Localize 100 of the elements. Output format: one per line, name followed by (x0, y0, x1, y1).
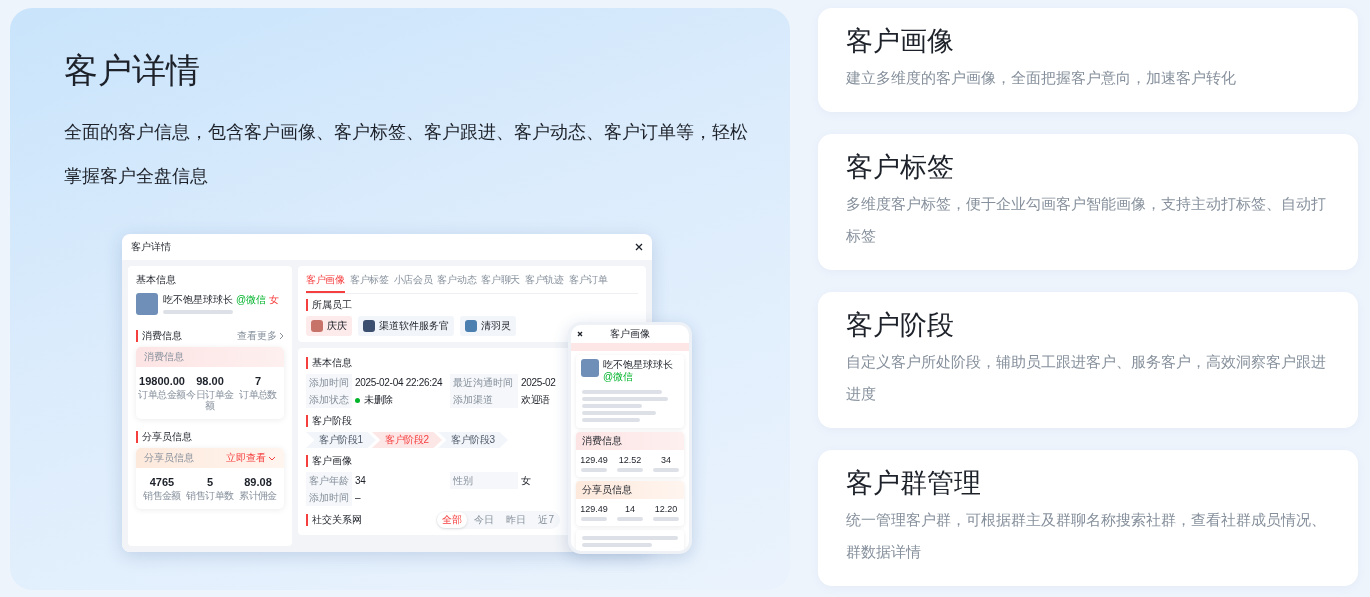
section-description: 全面的客户信息，包含客户画像、客户标签、客户跟进、客户动态、客户订单等，轻松掌握客户全盘信息 (64, 121, 749, 188)
tab[interactable]: 客户订单 (568, 270, 608, 293)
feature-description: 统一管理客户群，可根据群主及群聊名称搜索社群，查看社群成员情况、群数据详情 (846, 510, 1327, 562)
view-action-link[interactable]: 立即查看 (226, 452, 276, 464)
tab[interactable]: 客户画像 (306, 270, 345, 293)
placeholder-line (617, 517, 643, 521)
field-label: 性别 (450, 472, 518, 489)
avatar-image (465, 320, 477, 332)
card-title: 消费信息 (582, 435, 622, 446)
metric-value: 12.20 (653, 504, 679, 515)
tab[interactable]: 客户标签 (349, 270, 389, 293)
placeholder-line (653, 468, 679, 472)
tab[interactable]: 客户轨迹 (525, 270, 564, 293)
placeholder-line (653, 517, 679, 521)
placeholder-line (582, 418, 640, 422)
feature-description: 建立多维度的客户画像，全面把握客户意向，加速客户转化 (846, 68, 1237, 88)
section-heading: 基本信息 (136, 273, 177, 287)
avatar-image (581, 359, 599, 377)
card-title: 消费信息 (144, 351, 184, 363)
section-heading: 基本信息 (306, 357, 560, 369)
window-title: 客户详情 (131, 240, 171, 254)
metric-value: 129.49 (579, 455, 609, 466)
metric-value: 12.52 (617, 455, 643, 466)
feature-title: 客户阶段 (846, 309, 955, 342)
filter-option[interactable]: 今日 (469, 512, 500, 528)
avatar-image (363, 320, 375, 332)
view-more-link[interactable]: 查看更多 (237, 329, 284, 343)
metric-label: 今日订单金额 (186, 389, 234, 411)
placeholder-line (163, 310, 233, 314)
section-heading: 社交关系网 (306, 514, 362, 526)
section-heading: 所属员工 (306, 299, 638, 311)
feature-title: 客户画像 (846, 25, 955, 58)
metric-label: 订单总金额 (138, 389, 186, 400)
chevron-down-icon[interactable] (268, 455, 276, 461)
section-heading: 消费信息 (136, 330, 182, 342)
metric-value: 98.00 (195, 375, 225, 388)
chevron-right-icon[interactable] (279, 332, 284, 340)
filter-option[interactable]: 近7 (533, 512, 559, 528)
metric-value: 4765 (148, 476, 176, 489)
placeholder-line (617, 468, 643, 472)
field-value: 未删除 (352, 391, 450, 408)
feature-title: 客户群管理 (846, 467, 982, 500)
card-title: 分享员信息 (582, 484, 632, 495)
field-value: 女 (518, 472, 560, 489)
avatar-image (311, 320, 323, 332)
staff-chip[interactable]: 庆庆 (306, 316, 352, 336)
gender-label: 女 (269, 293, 280, 307)
field-value: – (352, 489, 450, 506)
channel-tag: @微信 (603, 371, 673, 383)
filter-option[interactable]: 昨日 (501, 512, 532, 528)
tab[interactable]: 客户聊天 (481, 270, 521, 293)
field-label: 添加时间 (306, 489, 352, 506)
metric-value: 7 (253, 375, 263, 388)
feature-title: 客户标签 (846, 151, 955, 184)
customer-name: 吃不饱星球球长 (603, 359, 673, 371)
metric-value: 14 (624, 504, 636, 515)
staff-chip[interactable]: 清羽灵 (460, 316, 516, 336)
stage-step[interactable]: 客户阶段1 (306, 432, 376, 448)
metric-label: 销售订单数 (186, 490, 234, 501)
metric-value: 129.49 (579, 504, 609, 515)
field-value: 2025-02 (518, 374, 560, 391)
metric-label: 订单总数 (238, 389, 278, 400)
feature-description: 自定义客户所处阶段，辅助员工跟进客户、服务客户，高效洞察客户跟进进度 (846, 352, 1327, 404)
field-label: 添加时间 (306, 374, 352, 391)
field-label: 客户年龄 (306, 472, 352, 489)
channel-tag: @微信 (236, 293, 267, 307)
filter-option[interactable]: 全部 (437, 512, 468, 528)
field-value: 欢迎语 (518, 391, 560, 408)
field-label: 添加状态 (306, 391, 352, 408)
placeholder-line (582, 404, 642, 408)
metric-value: 89.08 (243, 476, 273, 489)
close-icon[interactable] (577, 331, 583, 337)
feature-description: 多维度客户标签，便于企业勾画客户智能画像，支持主动打标签、自动打标签 (846, 194, 1327, 246)
section-heading: 分享员信息 (136, 431, 284, 443)
metric-label: 累计佣金 (238, 490, 278, 501)
customer-name: 吃不饱星球球长 (163, 293, 233, 307)
card-title: 分享员信息 (144, 452, 194, 464)
metric-value: 34 (660, 455, 672, 466)
stage-step[interactable]: 客户阶段2 (372, 432, 442, 448)
status-dot (355, 397, 360, 403)
metric-value: 5 (205, 476, 215, 489)
field-value: 34 (352, 472, 450, 489)
tab[interactable]: 小店会员 (393, 270, 433, 293)
close-icon[interactable] (635, 243, 643, 251)
field-label: 添加渠道 (450, 391, 518, 408)
metric-label: 销售金额 (142, 490, 182, 501)
metric-value: 19800.00 (138, 375, 186, 388)
screen-title: 客户画像 (610, 327, 650, 341)
stage-step[interactable]: 客户阶段3 (438, 432, 508, 448)
placeholder-line (581, 517, 607, 521)
section-title: 客户详情 (64, 50, 201, 91)
section-heading: 客户画像 (306, 455, 560, 467)
field-label: 最近沟通时间 (450, 374, 518, 391)
tab[interactable]: 客户动态 (437, 270, 477, 293)
section-heading: 客户阶段 (306, 415, 560, 427)
field-value: 2025-02-04 22:26:24 (352, 374, 450, 391)
avatar-image (136, 293, 158, 315)
placeholder-line (582, 543, 652, 547)
placeholder-line (581, 468, 607, 472)
staff-chip[interactable]: 渠道软件服务官 (358, 316, 454, 336)
